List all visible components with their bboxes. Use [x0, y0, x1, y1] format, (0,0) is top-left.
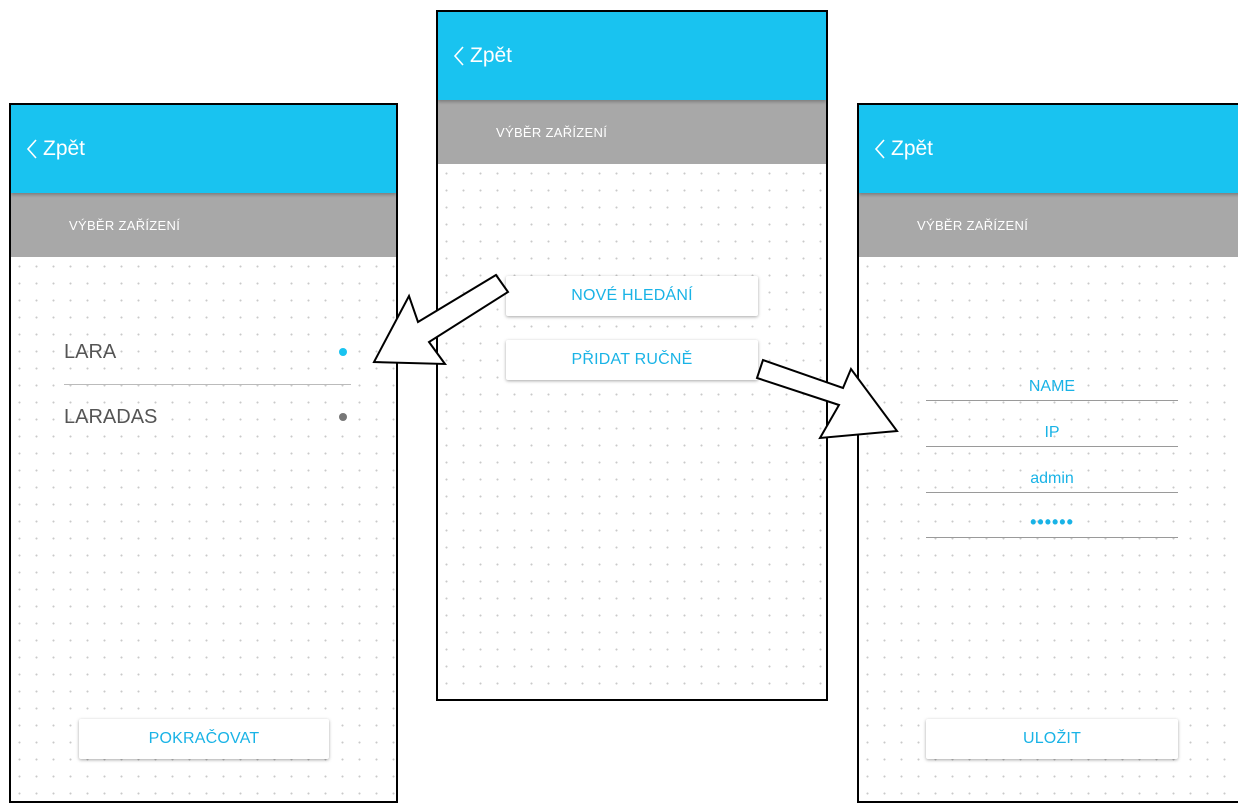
- flow-arrows: [372, 273, 899, 440]
- arrow-left-icon: [372, 273, 510, 366]
- arrow-right-icon: [755, 358, 899, 440]
